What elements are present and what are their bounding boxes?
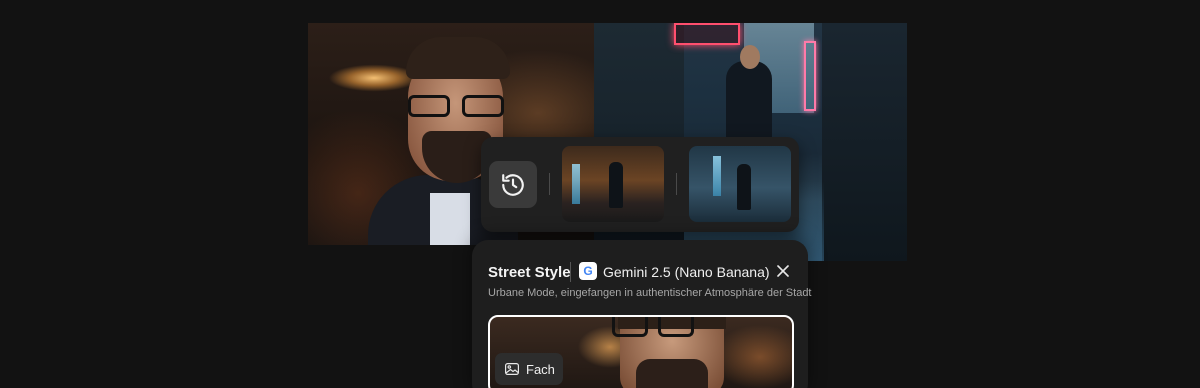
title-divider (570, 262, 571, 282)
history-divider (549, 173, 550, 195)
history-bar (481, 137, 799, 232)
history-thumbnail[interactable] (689, 146, 791, 222)
panel-description: Urbane Mode, eingefangen in authentische… (488, 287, 812, 299)
portrait-glasses (408, 95, 504, 117)
model-label: Gemini 2.5 (Nano Banana) (603, 264, 770, 280)
thumbnail-light (572, 164, 580, 204)
neon-vertical-sign (804, 41, 816, 111)
close-button[interactable] (774, 261, 792, 281)
neon-sign (674, 23, 740, 45)
preview-glasses (612, 317, 694, 339)
history-divider (676, 173, 677, 195)
street-person-head (740, 45, 760, 69)
preview-card[interactable]: Fach (488, 315, 794, 388)
subject-chip-label: Fach (526, 361, 555, 377)
thumbnail-light (713, 156, 721, 196)
portrait-collar (430, 193, 470, 245)
image-icon (505, 363, 519, 375)
history-icon (502, 173, 524, 196)
thumbnail-figure (737, 164, 751, 210)
portrait-hair (406, 37, 510, 79)
preview-beard (636, 359, 708, 388)
subject-chip[interactable]: Fach (495, 353, 563, 385)
close-icon (777, 265, 789, 277)
google-icon: G (579, 262, 597, 280)
thumbnail-figure (609, 162, 623, 208)
street-building-right (822, 23, 907, 261)
style-panel: Street Style G Gemini 2.5 (Nano Banana) … (472, 240, 812, 388)
panel-title: Street Style (488, 264, 571, 281)
history-button[interactable] (489, 161, 537, 208)
history-thumbnail[interactable] (562, 146, 664, 222)
